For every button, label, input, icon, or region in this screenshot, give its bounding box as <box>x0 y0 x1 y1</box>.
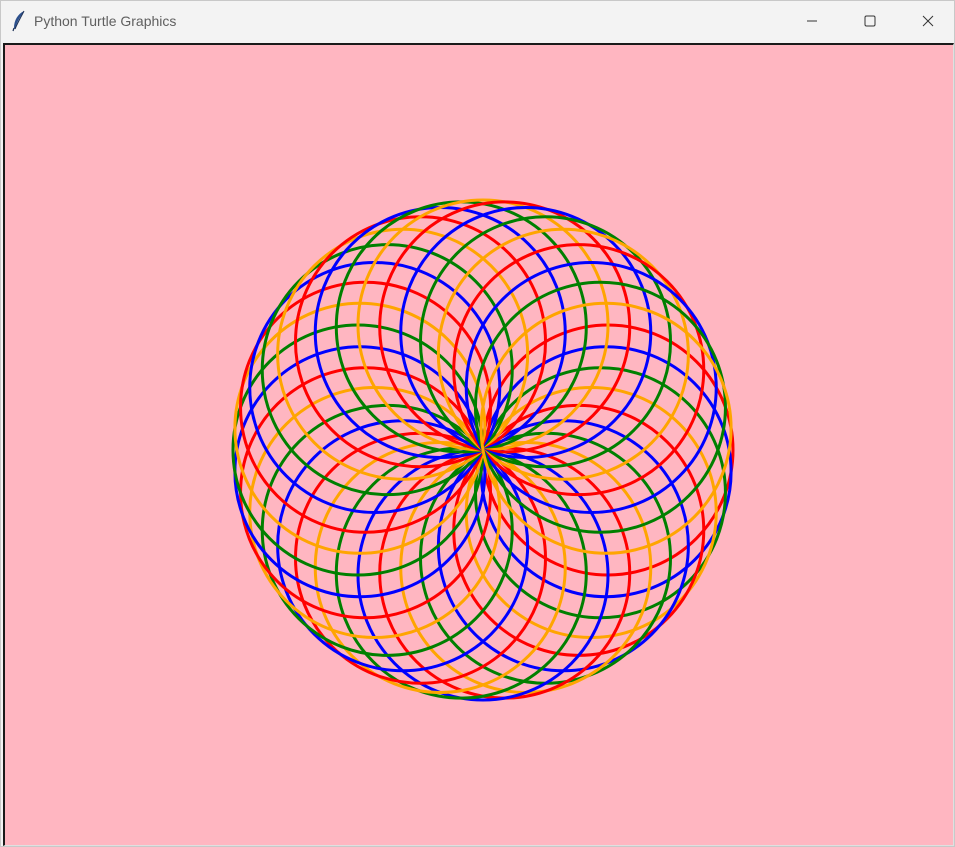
title-bar[interactable]: Python Turtle Graphics <box>1 1 954 41</box>
minimize-icon <box>806 15 818 27</box>
close-button[interactable] <box>899 1 955 41</box>
maximize-icon <box>864 15 876 27</box>
turtle-window: Python Turtle Graphics <box>0 0 955 847</box>
minimize-button[interactable] <box>783 1 841 41</box>
maximize-button[interactable] <box>841 1 899 41</box>
window-title: Python Turtle Graphics <box>34 13 177 29</box>
close-icon <box>922 15 934 27</box>
turtle-canvas[interactable] <box>5 45 953 845</box>
feather-icon <box>11 10 27 32</box>
turtle-canvas-frame <box>3 43 954 846</box>
